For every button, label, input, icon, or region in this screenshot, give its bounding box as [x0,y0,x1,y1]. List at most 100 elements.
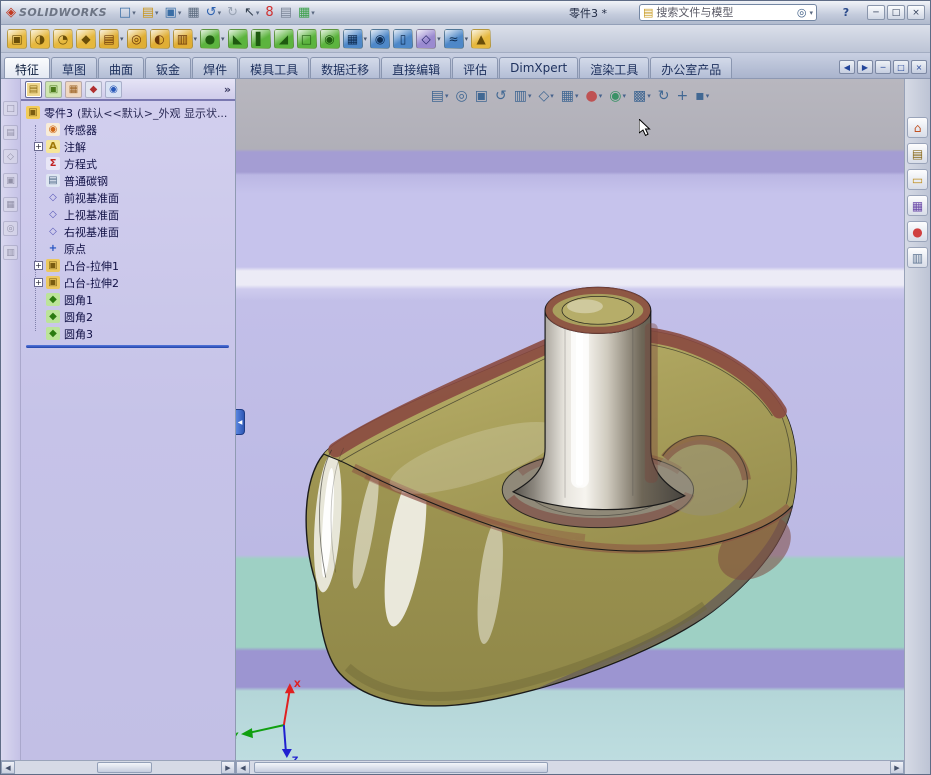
linear-pattern-icon[interactable]: ▦ ▾ [342,28,367,49]
extruded-cut-icon[interactable]: ▤ ▾ [99,28,124,49]
tab-evaluate[interactable]: 评估 [452,57,499,78]
tab-sheet-metal[interactable]: 钣金 [145,57,192,78]
undo-icon[interactable]: ↺ ▾ [204,3,223,22]
apply-scene-icon[interactable]: ◉ ▾ [609,88,626,104]
tree-item-boss-extrude1[interactable]: + ▣ 凸台-拉伸1 [24,257,235,274]
scrollbar-track[interactable] [250,761,890,774]
scrollbar-thumb[interactable] [97,762,153,773]
rebuild-icon[interactable]: 8 [263,3,275,22]
doc-forward-button[interactable]: ▶ [857,60,873,74]
docked-toolbar-icon-3[interactable]: ◇ [3,149,18,164]
docked-toolbar-icon-7[interactable]: ▥ [3,245,18,260]
section-view-icon[interactable]: ▥ ▾ [514,88,532,104]
scroll-left-button[interactable]: ◀ [236,761,250,774]
doc-minimize-button[interactable]: ─ [875,60,891,74]
tree-item-front-plane[interactable]: ◇ 前视基准面 [24,189,235,206]
docked-toolbar-icon-5[interactable]: ▦ [3,197,18,212]
camera-icon[interactable]: ▪ ▾ [695,88,709,104]
expand-toggle-icon[interactable]: + [34,142,43,151]
circular-pattern-icon[interactable]: ◉ [370,28,391,49]
expand-toggle-icon[interactable]: + [34,261,43,270]
tab-render-tools[interactable]: 渲染工具 [579,57,650,78]
instant3d-icon[interactable]: ▲ [471,28,492,49]
tree-item-sensors[interactable]: ◉ 传感器 [24,121,235,138]
appearances-icon[interactable]: ● [907,221,928,242]
view-orientation-icon[interactable]: ◇ ▾ [538,88,553,104]
tree-item-fillet2[interactable]: ◆ 圆角2 [24,308,235,325]
shell-icon[interactable]: □ [296,28,317,49]
revolved-cut-icon[interactable]: ◐ [149,28,170,49]
tree-item-boss-extrude2[interactable]: + ▣ 凸台-拉伸2 [24,274,235,291]
extruded-boss-icon[interactable]: ▣ [7,28,27,49]
tab-sketch[interactable]: 草图 [51,57,98,78]
displaymanager-tab[interactable]: ◉ [105,80,122,98]
hole-wizard-icon[interactable]: ◎ [126,28,147,49]
print-icon[interactable]: ▦ [185,3,201,22]
tree-item-material[interactable]: ▤ 普通碳钢 [24,172,235,189]
docked-toolbar-icon-2[interactable]: ▤ [3,125,18,140]
tab-weldments[interactable]: 焊件 [192,57,239,78]
curves-icon[interactable]: ≈ ▾ [443,28,468,49]
tree-root-part[interactable]: ▣ 零件3 (默认<<默认>_外观 显示状... [24,104,235,121]
fillet-icon[interactable]: ● ▾ [200,28,225,49]
reference-geometry-icon[interactable]: ◇ ▾ [416,28,441,49]
minimize-button[interactable]: ─ [867,5,885,20]
zoom-area-icon[interactable]: ▣ [475,88,488,104]
tree-item-right-plane[interactable]: ◇ 右视基准面 [24,223,235,240]
featuremanager-tab[interactable]: ▤ [25,80,42,98]
scroll-right-button[interactable]: ▶ [221,761,235,774]
docked-toolbar-icon-1[interactable]: □ [3,101,18,116]
tab-dimxpert[interactable]: DimXpert [499,57,579,78]
tab-office-products[interactable]: 办公室产品 [650,57,733,78]
hide-show-items-icon[interactable]: ▦ ▾ [561,88,579,104]
select-icon[interactable]: ↖ ▾ [242,3,261,22]
options-icon[interactable]: ▦ ▾ [296,3,317,22]
lofted-boss-icon[interactable]: ◆ [76,28,96,49]
swept-boss-icon[interactable]: ◔ [53,28,73,49]
tab-surfaces[interactable]: 曲面 [98,57,145,78]
rollback-bar[interactable] [26,345,229,348]
view-settings-icon[interactable]: ▩ ▾ [633,88,651,104]
tab-data-migration[interactable]: 数据迁移 [310,57,381,78]
solidworks-resources-icon[interactable]: ⌂ [907,117,928,138]
display-style-icon[interactable]: ▤ ▾ [431,88,449,104]
tree-item-annotations[interactable]: + A 注解 [24,138,235,155]
tree-item-fillet3[interactable]: ◆ 圆角3 [24,325,235,342]
search-input[interactable] [656,6,794,19]
revolved-boss-icon[interactable]: ◑ [30,28,50,49]
previous-view-icon[interactable]: ↺ [495,88,507,104]
tree-item-equations[interactable]: Σ 方程式 [24,155,235,172]
maximize-button[interactable]: □ [887,5,905,20]
model-3d[interactable]: X Y Z [236,79,904,760]
scrollbar-track[interactable] [15,761,221,774]
custom-properties-icon[interactable]: ▥ [907,247,928,268]
design-library-icon[interactable]: ▤ [907,143,928,164]
view-palette-icon[interactable]: ▦ [907,195,928,216]
open-icon[interactable]: ▤ ▾ [140,3,161,22]
tab-mold-tools[interactable]: 模具工具 [239,57,310,78]
redo-icon[interactable]: ↻ [225,3,240,22]
help-button[interactable]: ? [837,6,855,19]
chamfer-icon[interactable]: ◣ [227,28,248,49]
draft-icon[interactable]: ◢ [273,28,294,49]
pan-icon[interactable]: + [676,88,688,104]
save-icon[interactable]: ▣ ▾ [163,3,184,22]
tab-direct-editing[interactable]: 直接编辑 [381,57,452,78]
tree-item-origin[interactable]: + 原点 [24,240,235,257]
search-scope-icon[interactable]: ▤ [643,6,653,19]
close-button[interactable]: × [907,5,925,20]
panel-collapse-handle[interactable]: ◀ [236,409,245,435]
doc-close-button[interactable]: × [911,60,927,74]
configurationmanager-tab[interactable]: ▦ [65,80,82,98]
doc-back-button[interactable]: ◀ [839,60,855,74]
wrap-icon[interactable]: ◉ [319,28,340,49]
tab-features[interactable]: 特征 [4,57,51,78]
mirror-icon[interactable]: ▯ [393,28,414,49]
doc-restore-button[interactable]: □ [893,60,909,74]
docked-toolbar-icon-6[interactable]: ◎ [3,221,18,236]
docked-toolbar-icon-4[interactable]: ▣ [3,173,18,188]
tree-item-top-plane[interactable]: ◇ 上视基准面 [24,206,235,223]
propertymanager-tab[interactable]: ▣ [45,80,62,98]
file-explorer-icon[interactable]: ▭ [907,169,928,190]
panel-overflow-button[interactable]: » [224,83,231,96]
